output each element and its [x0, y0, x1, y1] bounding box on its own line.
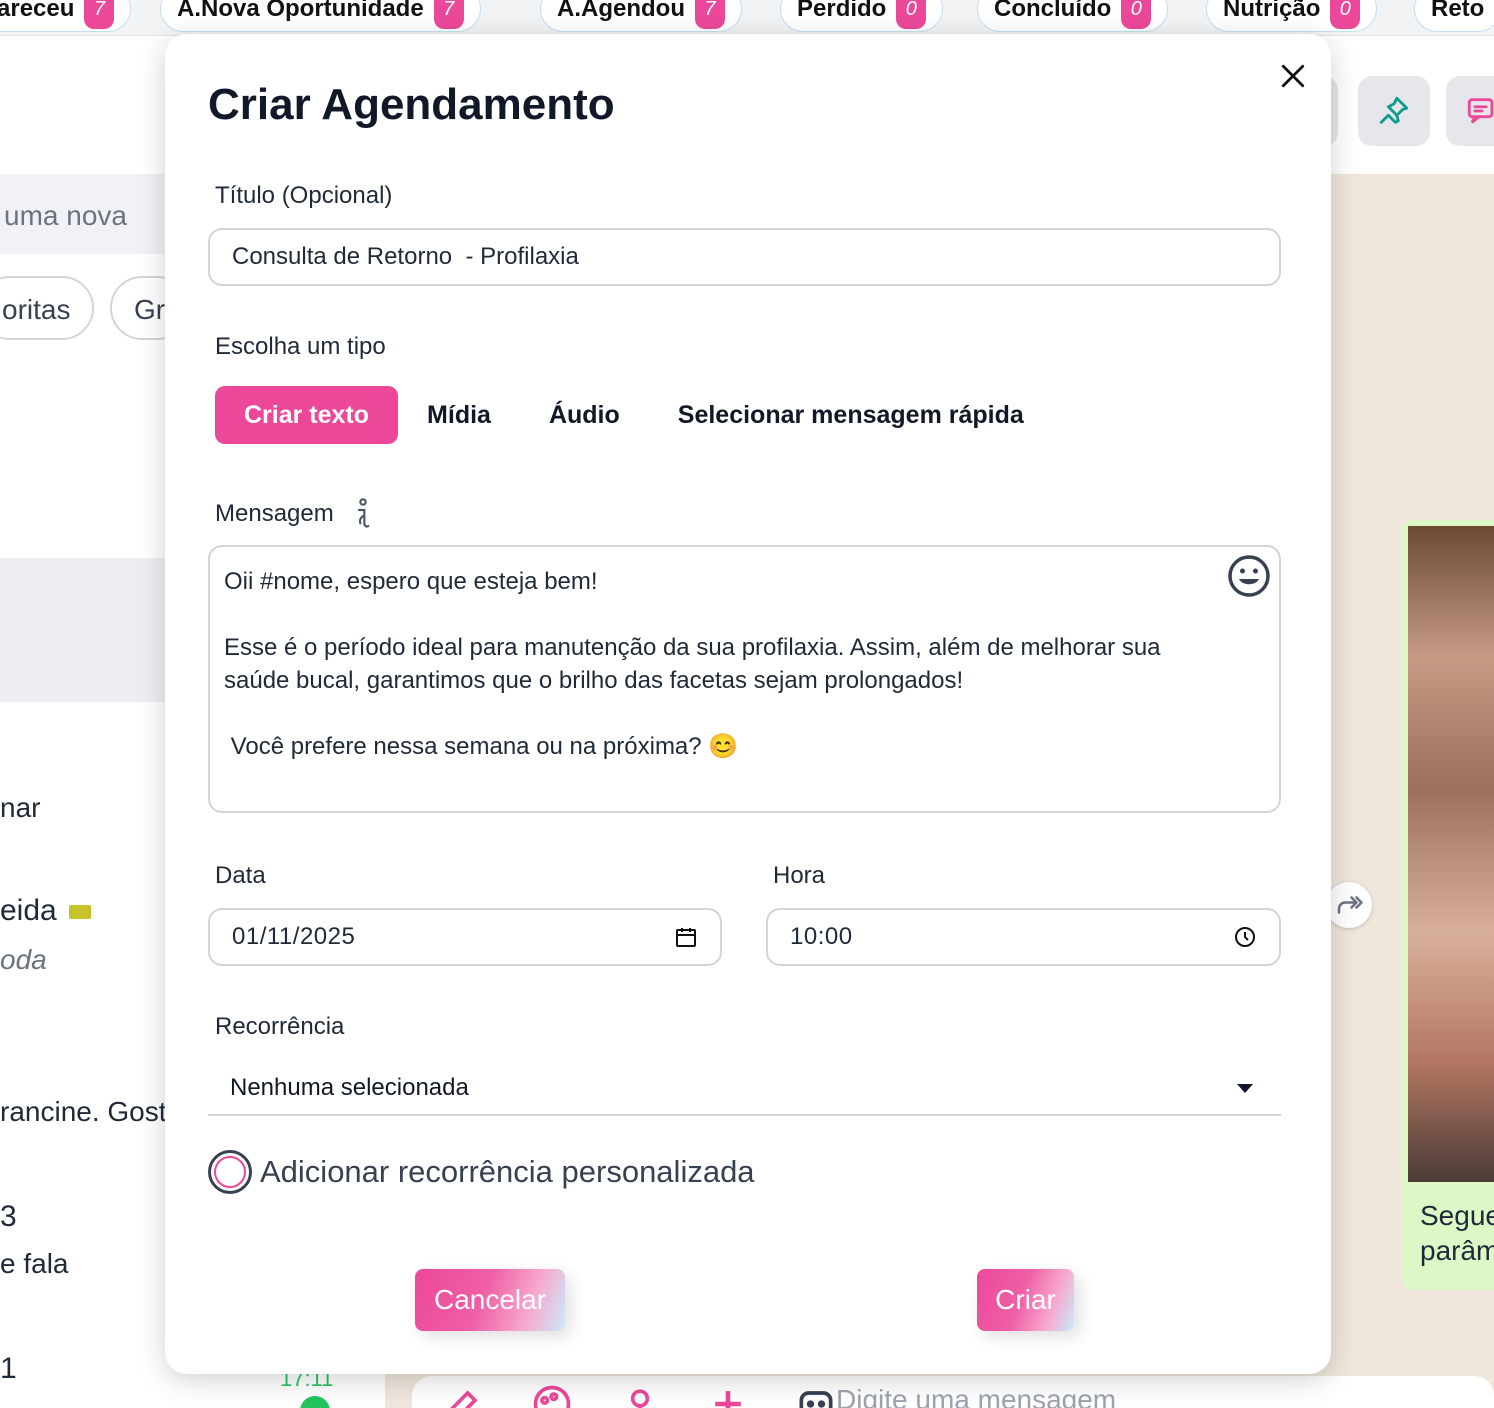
tab-midia[interactable]: Mídia [398, 386, 520, 444]
message-caption: Segue parâm [1420, 1198, 1494, 1268]
count-badge: 0 [896, 0, 927, 29]
count-badge: 7 [433, 0, 464, 29]
funnel-tab[interactable]: Nutrição 0 [1206, 0, 1378, 32]
plus-icon[interactable] [706, 1382, 750, 1408]
funnel-tab-label: A.Agendou [557, 0, 685, 22]
emoji-picker-icon[interactable] [1227, 554, 1271, 598]
count-badge: 0 [1121, 0, 1152, 29]
message-photo[interactable] [1408, 526, 1494, 1182]
close-button[interactable] [1273, 56, 1313, 96]
conversation-snippet: e fala [0, 1248, 69, 1279]
tab-audio[interactable]: Áudio [520, 386, 649, 444]
funnel-tab-bar: areceu 7 A.Nova Oportunidade 7 A.Agendou 7 … [0, 0, 1494, 36]
message-type-tabs: Criar texto Mídia Áudio Selecionar mensa… [215, 386, 1053, 444]
funnel-tab-label: areceu [0, 0, 75, 22]
caption-line: parâm [1420, 1235, 1494, 1266]
message-line [224, 697, 1199, 730]
custom-recurrence-label: Adicionar recorrência personalizada [260, 1154, 755, 1189]
message-textarea[interactable]: Oii #nome, espero que esteja bem! Esse é… [208, 545, 1281, 813]
funnel-tab[interactable]: Reto [1414, 0, 1494, 32]
funnel-tab-label: Perdido [797, 0, 887, 22]
recurrence-select[interactable]: Nenhuma selecionada [208, 1064, 1281, 1116]
message-label-row: Mensagem [215, 498, 374, 530]
funnel-tab[interactable]: Concluído 0 [977, 0, 1169, 32]
type-label: Escolha um tipo [215, 333, 386, 360]
count-badge: 0 [1330, 0, 1361, 29]
message-input[interactable]: Digite uma mensagem [836, 1384, 1116, 1408]
funnel-tab-label: A.Nova Oportunidade [177, 0, 424, 22]
message-line [224, 598, 1199, 631]
modal-title: Criar Agendamento [208, 80, 615, 129]
title-input[interactable] [232, 243, 1257, 271]
message-line: Esse é o período ideal para manutenção d… [224, 634, 1161, 661]
edit-icon[interactable] [442, 1382, 486, 1408]
radio-ring [214, 1156, 246, 1188]
location-icon[interactable] [618, 1382, 662, 1408]
recurrence-value: Nenhuma selecionada [230, 1074, 469, 1101]
create-button[interactable]: Criar [977, 1269, 1074, 1331]
funnel-tab[interactable]: A.Agendou 7 [540, 0, 742, 32]
palette-icon[interactable] [530, 1382, 574, 1408]
clock-icon[interactable] [1233, 925, 1257, 949]
close-icon [1281, 64, 1305, 88]
time-field[interactable]: 10:00 [766, 908, 1281, 966]
message-bubble[interactable]: Segue parâm [1402, 520, 1494, 1290]
conversation-snippet: oda [0, 944, 47, 975]
count-badge: 7 [84, 0, 115, 29]
message-line: Oii #nome, espero que esteja bem! [224, 568, 598, 595]
tab-mensagem-rapida[interactable]: Selecionar mensagem rápida [649, 386, 1053, 444]
custom-recurrence-option[interactable]: Adicionar recorrência personalizada [208, 1150, 755, 1194]
cancel-button[interactable]: Cancelar [415, 1269, 565, 1331]
info-icon[interactable] [352, 498, 374, 530]
date-field[interactable]: 01/11/2025 [208, 908, 722, 966]
funnel-tab-label: Reto [1431, 0, 1485, 22]
date-value: 01/11/2025 [232, 923, 356, 950]
title-field[interactable] [208, 228, 1281, 286]
calendar-icon[interactable] [674, 925, 698, 949]
recurrence-label: Recorrência [215, 1013, 345, 1040]
conversation-snippet: rancine. Gost [0, 1096, 167, 1127]
message-note-icon [1467, 98, 1494, 124]
conversation-name[interactable]: eida [0, 894, 91, 928]
tab-criar-texto[interactable]: Criar texto [215, 386, 399, 444]
caption-line: Segue [1420, 1200, 1494, 1231]
notes-button[interactable] [1446, 76, 1494, 146]
message-line: Você prefere nessa semana ou na próxima?… [224, 733, 739, 760]
filter-chip[interactable]: oritas [0, 276, 95, 340]
tag-icon [68, 905, 91, 920]
custom-recurrence-radio[interactable] [208, 1150, 252, 1194]
time-label: Hora [773, 862, 826, 889]
count-badge: 7 [694, 0, 725, 29]
time-value: 10:00 [790, 923, 853, 950]
title-label: Título (Opcional) [215, 182, 393, 209]
message-line: saúde bucal, garantimos que o brilho das… [224, 667, 964, 694]
forward-icon [1337, 896, 1363, 914]
funnel-tab-label: Nutrição [1223, 0, 1321, 22]
date-label: Data [215, 862, 266, 889]
funnel-tab[interactable]: A.Nova Oportunidade 7 [160, 0, 481, 32]
pin-icon [1379, 96, 1409, 124]
conversation-snippet: nar [0, 792, 41, 823]
pin-button[interactable] [1358, 76, 1430, 146]
unread-indicator [300, 1396, 330, 1408]
chevron-down-icon [1237, 1084, 1253, 1093]
conversation-name-text: eida [0, 894, 57, 927]
bot-icon[interactable] [794, 1382, 838, 1408]
funnel-tab[interactable]: Perdido 0 [780, 0, 944, 32]
message-label: Mensagem [215, 500, 334, 527]
funnel-tab-label: Concluído [994, 0, 1112, 22]
create-schedule-modal: Criar Agendamento Título (Opcional) Esco… [165, 34, 1331, 1374]
compose-toolbar [442, 1382, 838, 1408]
conversation-name[interactable]: 3 [0, 1200, 17, 1234]
conversation-name[interactable]: 1 [0, 1352, 17, 1386]
funnel-tab[interactable]: areceu 7 [0, 0, 132, 32]
forward-button[interactable] [1326, 882, 1372, 928]
